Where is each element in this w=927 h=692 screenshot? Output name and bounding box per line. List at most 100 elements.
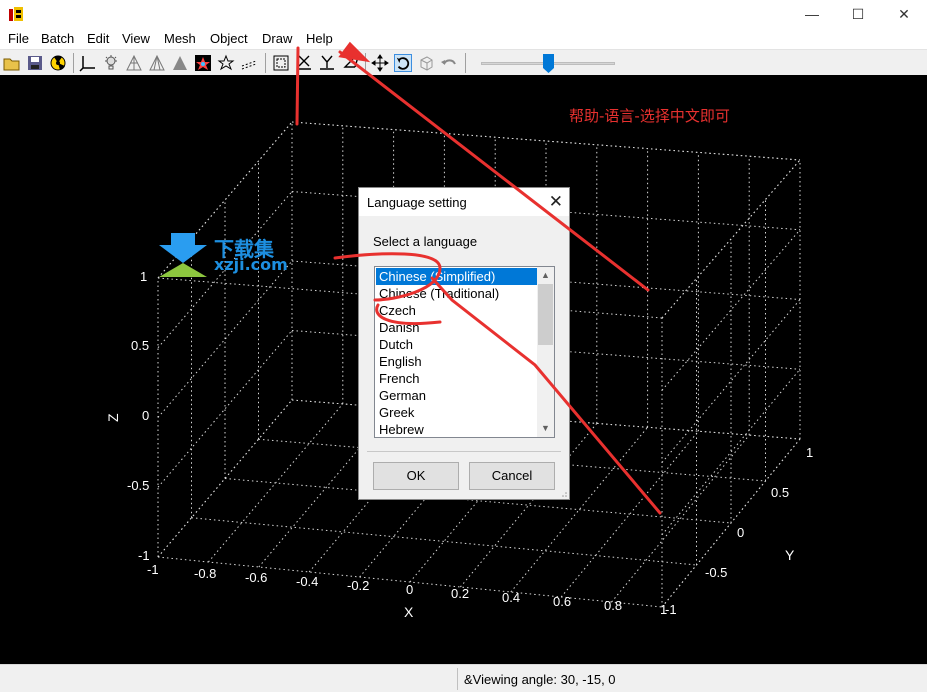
language-option[interactable]: Chinese (Simplified)	[376, 268, 538, 285]
scroll-down-icon[interactable]: ▼	[537, 420, 554, 437]
language-option[interactable]: Danish	[376, 319, 538, 336]
grid-line	[291, 121, 801, 161]
menu-mesh[interactable]: Mesh	[164, 31, 196, 46]
language-option[interactable]: Greek	[376, 404, 538, 421]
language-option[interactable]: German	[376, 387, 538, 404]
axes-icon[interactable]	[79, 54, 97, 72]
y-tick-label: 0	[737, 525, 744, 540]
toolbar-separator	[73, 53, 74, 73]
maximize-icon: ☐	[851, 5, 865, 22]
language-listbox[interactable]: Chinese (Simplified) Chinese (Traditiona…	[374, 266, 555, 438]
grid-line	[661, 368, 801, 536]
x-tick-label: 0.8	[604, 598, 622, 613]
close-icon: ✕	[898, 5, 910, 22]
x-tick-label: -1	[147, 562, 159, 577]
menu-draw[interactable]: Draw	[262, 31, 292, 46]
scroll-up-icon[interactable]: ▲	[537, 267, 554, 284]
language-option[interactable]: Czech	[376, 302, 538, 319]
star-icon[interactable]	[217, 54, 235, 72]
dots-icon[interactable]	[240, 54, 258, 72]
shaded-icon[interactable]	[171, 54, 189, 72]
language-option[interactable]: Hebrew	[376, 421, 538, 437]
minimize-icon: —	[805, 6, 819, 22]
language-option[interactable]: English	[376, 353, 538, 370]
ok-button[interactable]: OK	[373, 462, 459, 490]
red-annotation-text: 帮助-语言-选择中文即可	[569, 107, 730, 125]
y-tick-label: -0.5	[705, 565, 727, 580]
maximize-button[interactable]: ☐	[835, 0, 881, 28]
z-tick-label: -0.5	[127, 478, 149, 493]
x-tick-label: 0	[406, 582, 413, 597]
cube-icon[interactable]	[417, 54, 435, 72]
color-icon[interactable]	[194, 54, 212, 72]
menu-object[interactable]: Object	[210, 31, 248, 46]
z-tick-label: -1	[138, 548, 150, 563]
toolbar	[0, 49, 927, 75]
menu-batch[interactable]: Batch	[41, 31, 74, 46]
dialog-prompt: Select a language	[373, 234, 478, 249]
toolbar-separator	[265, 53, 266, 73]
app-icon	[9, 7, 23, 21]
open-icon[interactable]	[3, 54, 21, 72]
status-separator	[457, 668, 458, 690]
watermark-url-text: xzji.com	[214, 255, 288, 274]
x-tick-label: 0.6	[553, 594, 571, 609]
bounding-box-icon[interactable]	[272, 54, 290, 72]
menu-file[interactable]: File	[8, 31, 29, 46]
x-tick-label: -0.4	[296, 574, 318, 589]
language-option[interactable]: Chinese (Traditional)	[376, 285, 538, 302]
x-axis-icon[interactable]	[295, 54, 313, 72]
x-tick-label: -0.2	[347, 578, 369, 593]
x-tick-label: 0.2	[451, 586, 469, 601]
menu-help[interactable]: Help	[306, 31, 333, 46]
x-axis-label: X	[404, 604, 414, 620]
z-axis-label: Z	[105, 413, 121, 422]
scrollbar-thumb[interactable]	[538, 284, 553, 345]
z-axis-icon[interactable]	[341, 54, 359, 72]
minimize-button[interactable]: —	[789, 0, 835, 28]
menu-view[interactable]: View	[122, 31, 150, 46]
zoom-slider-thumb[interactable]	[543, 54, 554, 73]
z-tick-label: 1	[140, 269, 147, 284]
toolbar-separator	[365, 53, 366, 73]
dialog-title: Language setting	[367, 195, 467, 210]
listbox-scrollbar[interactable]: ▲ ▼	[537, 267, 554, 437]
cancel-button[interactable]: Cancel	[469, 462, 555, 490]
language-setting-dialog: Language setting ✕ Select a language Chi…	[358, 187, 570, 500]
x-tick-label: 0.4	[502, 590, 520, 605]
title-bar: — ☐ ✕	[0, 0, 927, 28]
y-tick-label: 1	[806, 445, 813, 460]
z-tick-label: 0	[142, 408, 149, 423]
radiation-icon[interactable]	[49, 54, 67, 72]
x-tick-label: -0.8	[194, 566, 216, 581]
close-button[interactable]: ✕	[881, 0, 927, 28]
dialog-close-icon[interactable]: ✕	[549, 192, 563, 212]
language-option[interactable]: Dutch	[376, 336, 538, 353]
dialog-title-bar: Language setting ✕	[359, 188, 569, 216]
status-bar: &Viewing angle: 30, -15, 0	[0, 664, 927, 692]
undo-icon[interactable]	[440, 54, 458, 72]
download-arrow-icon	[159, 233, 207, 277]
resize-grip-icon[interactable]	[559, 489, 567, 497]
z-tick-label: 0.5	[131, 338, 149, 353]
toolbar-separator	[465, 53, 466, 73]
dialog-separator	[367, 451, 561, 452]
wireframe-icon[interactable]	[148, 54, 166, 72]
language-option[interactable]: French	[376, 370, 538, 387]
grid-line	[611, 434, 750, 603]
save-icon[interactable]	[26, 54, 44, 72]
mesh-icon[interactable]	[125, 54, 143, 72]
y-axis-label: Y	[785, 547, 795, 563]
viewing-angle-status: &Viewing angle: 30, -15, 0	[464, 672, 616, 687]
grid-line	[191, 517, 697, 566]
light-icon[interactable]	[102, 54, 120, 72]
grid-line	[661, 159, 801, 319]
x-tick-label: -0.6	[245, 570, 267, 585]
rotate-icon[interactable]	[394, 54, 412, 72]
menu-bar: File Batch Edit View Mesh Object Draw He…	[0, 28, 927, 49]
y-axis-icon[interactable]	[318, 54, 336, 72]
menu-edit[interactable]: Edit	[87, 31, 109, 46]
y-tick-label: -1	[665, 602, 677, 617]
watermark-logo: 下载集 xzji.com	[157, 233, 307, 277]
move-icon[interactable]	[371, 54, 389, 72]
